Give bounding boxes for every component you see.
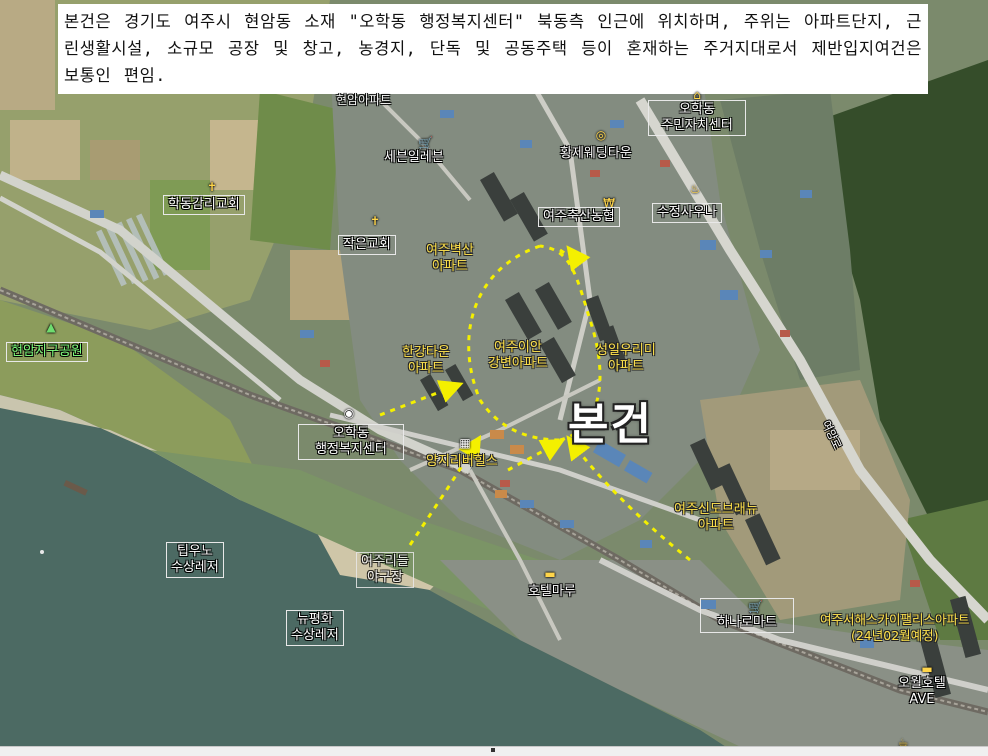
label-hyeonam-park[interactable]: 현암지구공원 — [6, 342, 88, 362]
label-rideul-line1: 여주리들 — [361, 554, 409, 569]
scroll-indicator[interactable] — [491, 748, 495, 752]
label-seven-eleven[interactable]: 세븐일레븐 — [384, 150, 444, 166]
label-byeoksan-apartment[interactable]: 여주벽산 아파트 — [426, 243, 474, 275]
label-ohak-community-center[interactable]: 오학동 주민자치센터 — [648, 100, 746, 136]
label-ohak-office-line1: 오학동 — [333, 426, 369, 441]
label-ohak-office[interactable]: 오학동 행정복지센터 — [298, 424, 404, 460]
label-top-partial: 현암아파트 — [336, 93, 392, 107]
label-hangang-town[interactable]: 한강타운 아파트 — [402, 345, 450, 377]
label-owol-hotel[interactable]: 오월호텔 AVE — [898, 676, 946, 708]
label-owol-hotel-line2: AVE — [909, 692, 935, 707]
tree-icon: ▲ — [46, 320, 56, 334]
ring-icon: ◎ — [595, 128, 607, 142]
label-hakdong-church[interactable]: 학동감리교회 — [163, 195, 245, 215]
label-hana-mart[interactable]: 하나로마트 — [700, 598, 794, 633]
bed-icon: ▬ — [544, 567, 556, 581]
description-text: 본건은 경기도 여주시 현암동 소재 "오학동 행정복지센터" 북동측 인근에 … — [64, 12, 922, 85]
description-box: 본건은 경기도 여주시 현암동 소재 "오학동 행정복지센터" 북동측 인근에 … — [58, 4, 928, 94]
church-icon: ✝ — [369, 214, 381, 228]
label-seongil-line1: 성일우리미 — [596, 343, 656, 358]
label-tipuno-leisure[interactable]: 팁우노 수상레저 — [166, 542, 224, 578]
label-byeoksan-line1: 여주벽산 — [426, 243, 474, 258]
label-newpeace-line1: 뉴평화 — [296, 612, 333, 627]
label-skypalace-line2: (24년02월예정) — [850, 628, 939, 643]
label-sujeong-sauna[interactable]: 수정사우나 — [652, 203, 722, 223]
target-icon: ◉ — [343, 406, 355, 420]
label-shindo-apartment[interactable]: 여주신도브래뉴 아파트 — [674, 502, 758, 534]
bed-icon: ▬ — [921, 662, 933, 676]
label-byeoksan-line2: 아파트 — [431, 259, 468, 274]
label-shindo-line2: 아파트 — [697, 518, 734, 533]
label-hotel-maru[interactable]: 호텔마루 — [528, 584, 576, 600]
label-hangang-town-line2: 아파트 — [407, 361, 444, 376]
label-owol-hotel-line1: 오월호텔 — [898, 676, 946, 691]
label-tipuno-line2: 수상레저 — [171, 560, 219, 575]
apartment-icon: ▦ — [459, 436, 471, 450]
label-ohak-community-center-line1: 오학동 — [679, 102, 715, 117]
label-yangji-hills[interactable]: 양지리버힐스 — [426, 454, 498, 470]
subject-property-label[interactable]: 본건 — [568, 388, 653, 452]
label-ohak-office-line2: 행정복지센터 — [315, 442, 387, 457]
label-ian-line1: 여주이안 — [493, 340, 542, 355]
label-small-church[interactable]: 작은교회 — [338, 235, 396, 255]
label-livestock-coop[interactable]: 여주축산농협 — [538, 207, 620, 227]
label-seongil-line2: 아파트 — [607, 359, 644, 374]
label-hangang-town-line1: 한강타운 — [402, 345, 450, 360]
hot-spring-icon: ♨ — [689, 182, 701, 196]
label-newpeace-leisure[interactable]: 뉴평화 수상레저 — [286, 610, 344, 646]
church-icon: ✝ — [206, 180, 218, 194]
label-seongil-apartment[interactable]: 성일우리미 아파트 — [596, 343, 656, 375]
label-tipuno-line1: 팁우노 — [176, 544, 213, 559]
label-ian-apartment[interactable]: 여주이안 강변아파트 — [488, 340, 548, 372]
label-ohak-community-center-line2: 주민자치센터 — [661, 118, 733, 133]
label-hwangje-wedding[interactable]: 황제웨딩타운 — [560, 146, 632, 162]
label-skypalace-apartment[interactable]: 여주서해스카이팰리스아파트 (24년02월예정) — [820, 612, 970, 644]
label-shindo-line1: 여주신도브래뉴 — [674, 502, 758, 517]
aerial-map[interactable]: 본건은 경기도 여주시 현암동 소재 "오학동 행정복지센터" 북동측 인근에 … — [0, 0, 988, 756]
label-skypalace-line1: 여주서해스카이팰리스아파트 — [820, 612, 970, 627]
cart-icon: 🛒 — [418, 136, 433, 150]
label-rideul-line2: 야구장 — [366, 570, 403, 585]
label-rideul-ballpark[interactable]: 여주리들 야구장 — [356, 552, 414, 588]
label-ian-line2: 강변아파트 — [488, 356, 548, 371]
label-newpeace-line2: 수상레저 — [291, 628, 339, 643]
